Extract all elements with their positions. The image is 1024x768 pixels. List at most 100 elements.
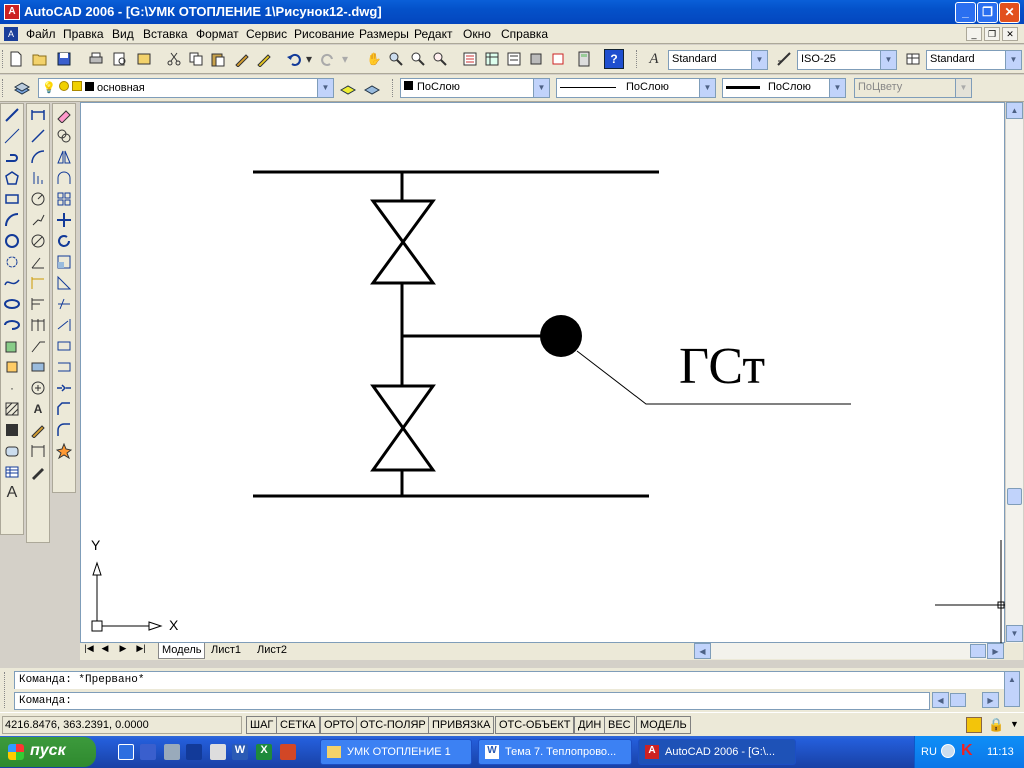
redo-dropdown-icon[interactable]: ▾: [340, 49, 350, 69]
vertical-scrollbar[interactable]: ▲ ▼: [1005, 102, 1023, 643]
text-style-icon[interactable]: A: [644, 49, 664, 69]
antivirus-icon[interactable]: K: [961, 742, 973, 760]
zoom-window-icon[interactable]: [408, 49, 428, 69]
ellipse-arc-icon[interactable]: [2, 315, 22, 335]
excel-icon[interactable]: X: [256, 744, 272, 760]
lineweight-select[interactable]: ПоСлою ▼: [722, 78, 846, 98]
scroll-thumb[interactable]: [970, 644, 986, 658]
first-tab-arrow[interactable]: |◀: [82, 643, 96, 658]
command-scroll-right[interactable]: ▶: [982, 692, 999, 708]
menu-tools[interactable]: Сервис: [246, 27, 287, 41]
menu-format[interactable]: Формат: [196, 27, 239, 41]
command-scroll-thumb[interactable]: [950, 693, 966, 707]
properties-icon[interactable]: [460, 49, 480, 69]
scroll-down-arrow[interactable]: ▼: [1006, 625, 1023, 642]
restore-button[interactable]: ❐: [977, 2, 998, 23]
linetype-select[interactable]: ПоСлою ▼: [556, 78, 716, 98]
move-icon[interactable]: [54, 210, 74, 230]
open-icon[interactable]: [30, 49, 50, 69]
color-select[interactable]: ПоСлою ▼: [400, 78, 550, 98]
task-autocad[interactable]: A AutoCAD 2006 - [G:\...: [638, 739, 796, 765]
zoom-realtime-icon[interactable]: [386, 49, 406, 69]
ellipse-icon[interactable]: [2, 294, 22, 314]
tab-layout2[interactable]: Лист2: [254, 643, 290, 659]
ortho-button[interactable]: ОРТО: [320, 716, 359, 734]
break-icon[interactable]: [54, 357, 74, 377]
minimize-button[interactable]: _: [955, 2, 976, 23]
block-editor-icon[interactable]: [254, 49, 274, 69]
text-style-select[interactable]: Standard ▼: [668, 50, 768, 70]
powerpoint-icon[interactable]: [280, 744, 296, 760]
table-icon[interactable]: [2, 462, 22, 482]
coordinates-display[interactable]: 4216.8476, 363.2391, 0.0000: [2, 716, 242, 734]
copy-icon[interactable]: [186, 49, 206, 69]
lock-toolbars-icon[interactable]: 🔒: [988, 717, 1004, 733]
tool-palettes-icon[interactable]: [504, 49, 524, 69]
scroll-left-arrow[interactable]: ◀: [694, 643, 711, 659]
zoom-previous-icon[interactable]: [430, 49, 450, 69]
baseline-dimension-icon[interactable]: [28, 294, 48, 314]
new-icon[interactable]: [6, 49, 26, 69]
scroll-up-arrow[interactable]: ▲: [1006, 102, 1023, 119]
chamfer-icon[interactable]: [54, 399, 74, 419]
layer-select[interactable]: 💡 основная ▼: [38, 78, 334, 98]
command-input[interactable]: Команда:: [14, 692, 930, 710]
tray-arrow-icon[interactable]: [941, 744, 955, 758]
menu-view[interactable]: Вид: [112, 27, 134, 41]
dynamic-input-button[interactable]: ДИН: [574, 716, 606, 734]
last-tab-arrow[interactable]: ▶|: [134, 643, 148, 658]
quick-dimension-icon[interactable]: [28, 273, 48, 293]
drawing-canvas[interactable]: ГСт Y X: [80, 102, 1006, 644]
radius-dimension-icon[interactable]: [28, 189, 48, 209]
circle-icon[interactable]: [2, 231, 22, 251]
menu-window[interactable]: Окно: [463, 27, 491, 41]
paste-icon[interactable]: [208, 49, 228, 69]
hatch-icon[interactable]: [2, 399, 22, 419]
menu-edit[interactable]: Правка: [63, 27, 104, 41]
fillet-icon[interactable]: [54, 420, 74, 440]
communication-center-icon[interactable]: [966, 717, 982, 733]
cut-icon[interactable]: [164, 49, 184, 69]
ordinate-dimension-icon[interactable]: [28, 168, 48, 188]
spline-icon[interactable]: [2, 273, 22, 293]
tab-layout1[interactable]: Лист1: [208, 643, 244, 659]
archive-icon[interactable]: [164, 744, 180, 760]
tolerance-icon[interactable]: [28, 357, 48, 377]
pan-realtime-icon[interactable]: ✋: [364, 49, 384, 69]
make-block-icon[interactable]: [2, 357, 22, 377]
doc-minimize-button[interactable]: _: [966, 27, 982, 41]
polygon-icon[interactable]: [2, 168, 22, 188]
dimension-style-icon[interactable]: [774, 49, 794, 69]
table-style-icon[interactable]: [903, 49, 923, 69]
dimension-edit-icon[interactable]: A: [28, 399, 48, 419]
object-snap-button[interactable]: ПРИВЯЗКА: [428, 716, 495, 734]
calculator-icon[interactable]: [574, 49, 594, 69]
undo-dropdown-icon[interactable]: ▾: [304, 49, 314, 69]
command-grip[interactable]: [4, 672, 7, 708]
save-quicklaunch-icon[interactable]: [140, 744, 156, 760]
task-folder[interactable]: УМК ОТОПЛЕНИЕ 1: [320, 739, 472, 765]
object-tracking-button[interactable]: ОТС-ОБЪЕКТ: [495, 716, 575, 734]
redo-icon[interactable]: [318, 49, 338, 69]
scroll-thumb[interactable]: [1007, 488, 1022, 505]
start-button[interactable]: пуск: [0, 737, 96, 767]
menu-dimension[interactable]: Размеры: [359, 27, 409, 41]
tab-model[interactable]: Модель: [158, 643, 206, 659]
layer-manager-icon[interactable]: [12, 78, 32, 98]
line-icon[interactable]: [2, 105, 22, 125]
markup-set-manager-icon[interactable]: [548, 49, 568, 69]
publish-icon[interactable]: [134, 49, 154, 69]
join-icon[interactable]: [54, 378, 74, 398]
snap-button[interactable]: ШАГ: [246, 716, 278, 734]
scale-icon[interactable]: [54, 252, 74, 272]
command-scroll-left[interactable]: ◀: [932, 692, 949, 708]
autocad-app-icon[interactable]: A: [4, 4, 20, 20]
quick-leader-icon[interactable]: [28, 336, 48, 356]
close-button[interactable]: ✕: [999, 2, 1020, 23]
menu-draw[interactable]: Рисование: [294, 27, 354, 41]
jogged-dimension-icon[interactable]: [28, 210, 48, 230]
prev-tab-arrow[interactable]: ◀: [98, 643, 112, 658]
menu-insert[interactable]: Вставка: [143, 27, 188, 41]
region-icon[interactable]: [2, 441, 22, 461]
polar-tracking-button[interactable]: ОТС-ПОЛЯР: [356, 716, 430, 734]
